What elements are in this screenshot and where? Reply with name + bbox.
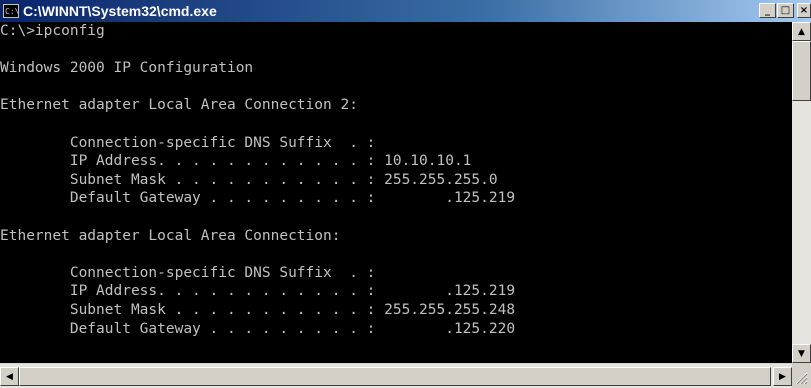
resize-grip[interactable]	[792, 363, 811, 388]
console-output[interactable]: C:\>ipconfig Windows 2000 IP Configuratio…	[0, 22, 792, 363]
cmd-window: C:\ C:\WINNT\System32\cmd.exe _ □ × C:\>…	[0, 0, 811, 388]
title-buttons: _ □ ×	[758, 3, 811, 18]
horizontal-scroll-thumb[interactable]	[19, 367, 771, 386]
console-line: Connection-specific DNS Suffix . :	[0, 264, 376, 281]
console-line: Windows 2000 IP Configuration	[0, 60, 254, 77]
console-line: C:\>ipconfig	[0, 23, 105, 39]
close-button[interactable]: ×	[797, 3, 811, 18]
console-line: Subnet Mask . . . . . . . . . . . : 255.…	[0, 301, 516, 318]
cmd-app-icon[interactable]: C:\	[3, 4, 19, 18]
vertical-scrollbar[interactable]: ▲ ▼	[792, 22, 811, 363]
console-line: IP Address. . . . . . . . . . . . : 10.1…	[0, 153, 472, 170]
console-line: Subnet Mask . . . . . . . . . . . : 255.…	[0, 171, 498, 188]
scroll-up-button[interactable]: ▲	[792, 22, 811, 41]
horizontal-scrollbar[interactable]: ◀ ▶	[0, 363, 792, 388]
title-bar[interactable]: C:\ C:\WINNT\System32\cmd.exe _ □ ×	[0, 0, 811, 22]
minimize-button[interactable]: _	[759, 3, 776, 18]
window-title: C:\WINNT\System32\cmd.exe	[23, 3, 217, 19]
scroll-down-button[interactable]: ▼	[792, 344, 811, 363]
scroll-left-button[interactable]: ◀	[0, 367, 19, 386]
maximize-button[interactable]: □	[777, 3, 794, 18]
scroll-right-button[interactable]: ▶	[773, 367, 792, 386]
console-line: Default Gateway . . . . . . . . . : .125…	[0, 320, 516, 337]
console-line: Connection-specific DNS Suffix . :	[0, 134, 376, 151]
vertical-scroll-thumb[interactable]	[792, 41, 811, 101]
console-line: Ethernet adapter Local Area Connection:	[0, 227, 341, 244]
console-line: Ethernet adapter Local Area Connection 2…	[0, 97, 358, 114]
console-line: IP Address. . . . . . . . . . . . : .125…	[0, 283, 516, 300]
console-line: Default Gateway . . . . . . . . . : .125…	[0, 190, 516, 207]
resize-grip-icon	[795, 372, 808, 385]
